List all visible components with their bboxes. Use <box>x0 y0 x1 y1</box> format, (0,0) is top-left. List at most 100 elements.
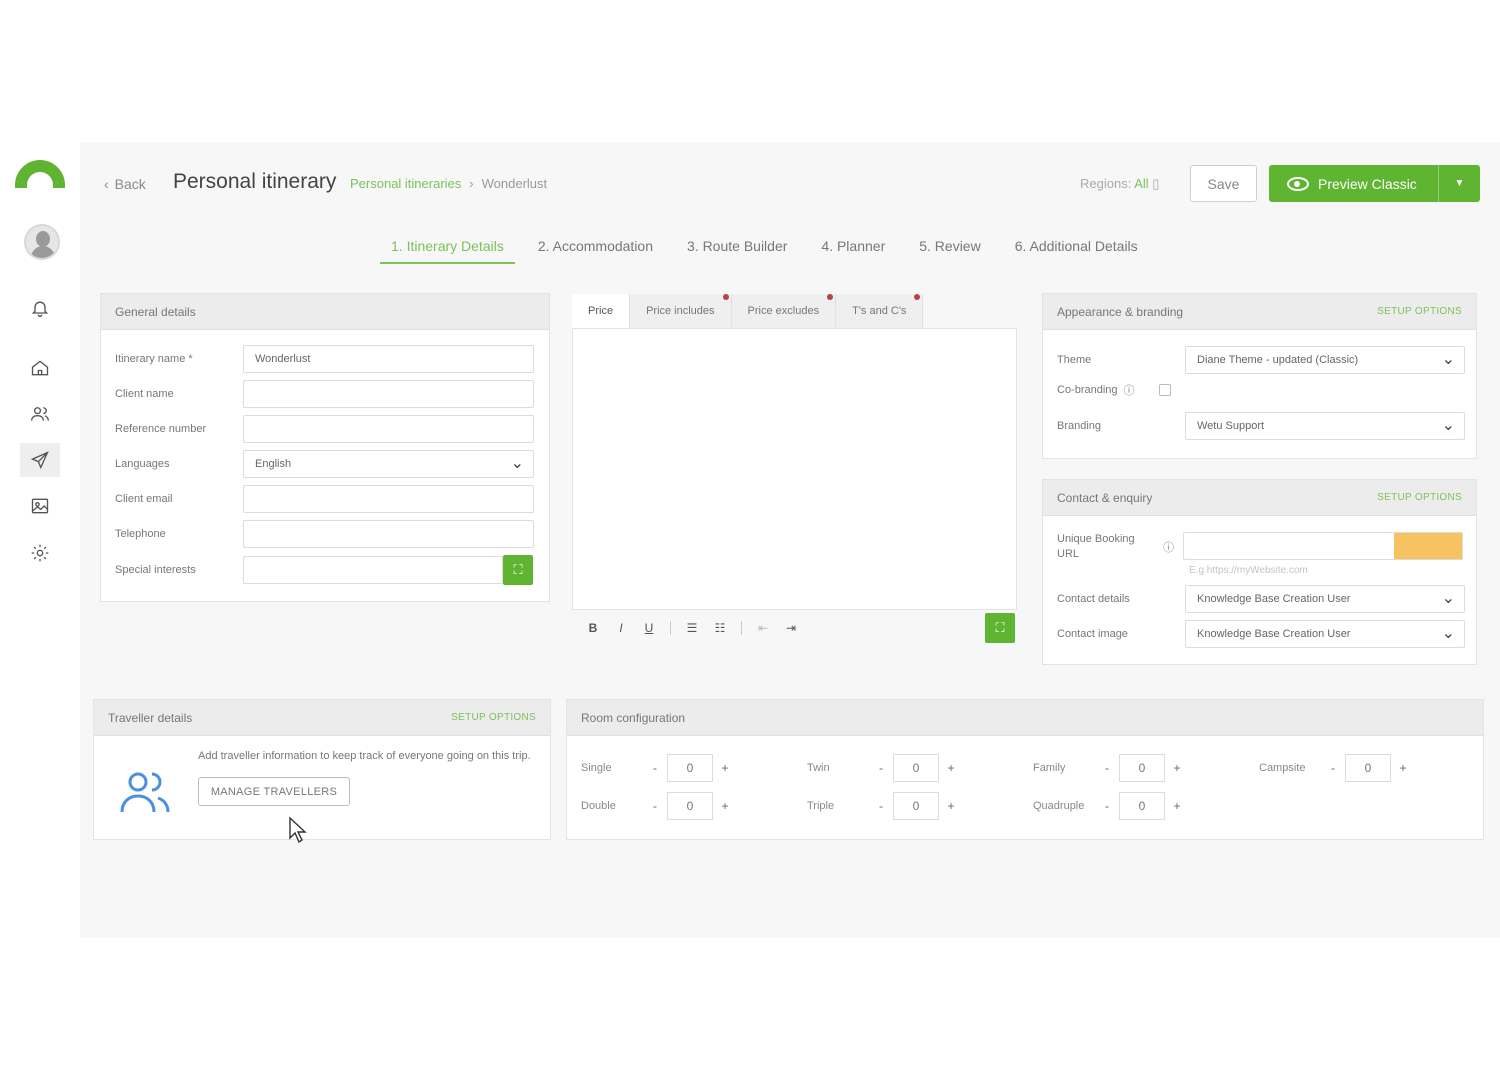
cobranding-checkbox[interactable] <box>1158 384 1171 396</box>
setup-options-link[interactable]: SETUP OPTIONS <box>451 712 536 723</box>
increment-button[interactable]: + <box>1165 799 1189 813</box>
room-configuration-header: Room configuration <box>567 700 1483 736</box>
logo[interactable] <box>15 160 65 188</box>
contact-details-select[interactable]: Knowledge Base Creation User <box>1185 585 1465 613</box>
breadcrumb-current: Wonderlust <box>481 176 548 191</box>
caret-down-icon[interactable]: ▼ <box>1438 165 1480 202</box>
save-button[interactable]: Save <box>1190 165 1257 202</box>
back-link[interactable]: ‹ Back <box>104 176 146 192</box>
room-triple-label: Triple <box>807 800 835 812</box>
theme-select[interactable]: Diane Theme - updated (Classic) <box>1185 346 1465 374</box>
regions-filter[interactable]: Regions: All ▯ <box>1080 176 1159 192</box>
tab-price-excludes[interactable]: Price excludes <box>731 294 837 328</box>
languages-select[interactable]: English <box>243 450 534 478</box>
price-tabs: Price Price includes Price excludes T's … <box>572 294 924 328</box>
price-editor[interactable] <box>572 328 1017 610</box>
info-icon[interactable]: ⓘ <box>1124 382 1135 398</box>
preview-classic-button[interactable]: Preview Classic ▼ <box>1269 165 1480 202</box>
increment-button[interactable]: + <box>713 799 737 813</box>
expand-icon[interactable]: ⛶ <box>985 613 1015 643</box>
telephone-input[interactable] <box>243 520 534 548</box>
telephone-row: Telephone <box>115 520 534 548</box>
room-family-value[interactable]: 0 <box>1119 754 1165 782</box>
special-interests-input[interactable] <box>243 556 503 584</box>
tab-itinerary-details[interactable]: 1. Itinerary Details <box>380 238 515 264</box>
room-twin-value[interactable]: 0 <box>893 754 939 782</box>
general-details-card: General details Itinerary name * Wonderl… <box>100 293 550 602</box>
client-email-input[interactable] <box>243 485 534 513</box>
tab-price[interactable]: Price <box>572 294 631 328</box>
increment-button[interactable]: + <box>713 761 737 775</box>
outdent-icon[interactable]: ⇤ <box>756 621 770 635</box>
expand-icon[interactable]: ⛶ <box>503 555 533 585</box>
room-double-stepper: - 0 + <box>643 792 737 820</box>
chevron-left-icon: ‹ <box>104 176 109 192</box>
itinerary-name-input[interactable]: Wonderlust <box>243 345 534 373</box>
theme-row: Theme Diane Theme - updated (Classic) <box>1057 346 1465 374</box>
room-family-label: Family <box>1033 762 1066 774</box>
setup-options-link[interactable]: SETUP OPTIONS <box>1377 306 1462 317</box>
decrement-button[interactable]: - <box>643 761 667 775</box>
tab-route-builder[interactable]: 3. Route Builder <box>676 238 798 264</box>
room-single-value[interactable]: 0 <box>667 754 713 782</box>
manage-travellers-button[interactable]: MANAGE TRAVELLERS <box>198 777 350 806</box>
page-title: Personal itinerary <box>173 170 337 193</box>
italic-icon[interactable]: I <box>614 621 628 635</box>
branding-label: Branding <box>1057 420 1102 432</box>
setup-options-link[interactable]: SETUP OPTIONS <box>1377 492 1462 503</box>
room-family: Family - 0 + <box>1033 754 1189 782</box>
tab-additional-details[interactable]: 6. Additional Details <box>1004 238 1149 264</box>
ordered-list-icon[interactable]: ☰ <box>685 621 699 635</box>
avatar[interactable] <box>24 224 60 260</box>
indent-icon[interactable]: ⇥ <box>784 621 798 635</box>
decrement-button[interactable]: - <box>1095 761 1119 775</box>
contact-image-select[interactable]: Knowledge Base Creation User <box>1185 620 1465 648</box>
appearance-title: Appearance & branding <box>1057 304 1184 319</box>
underline-icon[interactable]: U <box>642 621 656 635</box>
regions-label: Regions: <box>1080 176 1132 191</box>
people-icon[interactable] <box>28 402 52 426</box>
image-icon[interactable] <box>28 494 52 518</box>
tab-accommodation[interactable]: 2. Accommodation <box>527 238 664 264</box>
room-double-value[interactable]: 0 <box>667 792 713 820</box>
tab-price-includes[interactable]: Price includes <box>630 294 732 328</box>
send-icon[interactable] <box>20 443 60 477</box>
branding-row: Branding Wetu Support <box>1057 412 1465 440</box>
increment-button[interactable]: + <box>1165 761 1189 775</box>
general-details-title: General details <box>115 304 196 319</box>
bold-icon[interactable]: B <box>586 621 600 635</box>
breadcrumb: Personal itineraries › Wonderlust <box>350 176 547 191</box>
room-quadruple-stepper: - 0 + <box>1095 792 1189 820</box>
info-icon[interactable]: ⓘ <box>1163 539 1174 555</box>
reference-input[interactable] <box>243 415 534 443</box>
room-quadruple-value[interactable]: 0 <box>1119 792 1165 820</box>
decrement-button[interactable]: - <box>643 799 667 813</box>
booking-url-label: Unique Booking URL <box>1057 532 1135 562</box>
tab-planner[interactable]: 4. Planner <box>810 238 896 264</box>
gear-icon[interactable] <box>28 541 52 565</box>
client-name-input[interactable] <box>243 380 534 408</box>
decrement-button[interactable]: - <box>1321 761 1345 775</box>
room-triple-value[interactable]: 0 <box>893 792 939 820</box>
tab-review[interactable]: 5. Review <box>908 238 991 264</box>
special-interests-label: Special interests <box>115 564 196 576</box>
branding-select[interactable]: Wetu Support <box>1185 412 1465 440</box>
home-icon[interactable] <box>28 356 52 380</box>
room-campsite-value[interactable]: 0 <box>1345 754 1391 782</box>
itinerary-name-label: Itinerary name * <box>115 353 193 365</box>
decrement-button[interactable]: - <box>869 799 893 813</box>
booking-url-button[interactable] <box>1394 533 1462 559</box>
increment-button[interactable]: + <box>939 799 963 813</box>
tab-price-includes-label: Price includes <box>646 305 715 317</box>
eye-icon <box>1287 176 1309 191</box>
unordered-list-icon[interactable]: ☷ <box>713 621 727 635</box>
decrement-button[interactable]: - <box>1095 799 1119 813</box>
increment-button[interactable]: + <box>939 761 963 775</box>
tab-terms[interactable]: T's and C's <box>836 294 924 328</box>
decrement-button[interactable]: - <box>869 761 893 775</box>
breadcrumb-link[interactable]: Personal itineraries <box>350 176 461 191</box>
bell-icon[interactable] <box>28 296 52 320</box>
increment-button[interactable]: + <box>1391 761 1415 775</box>
tab-terms-label: T's and C's <box>852 305 907 317</box>
booking-url-input[interactable] <box>1183 532 1463 560</box>
